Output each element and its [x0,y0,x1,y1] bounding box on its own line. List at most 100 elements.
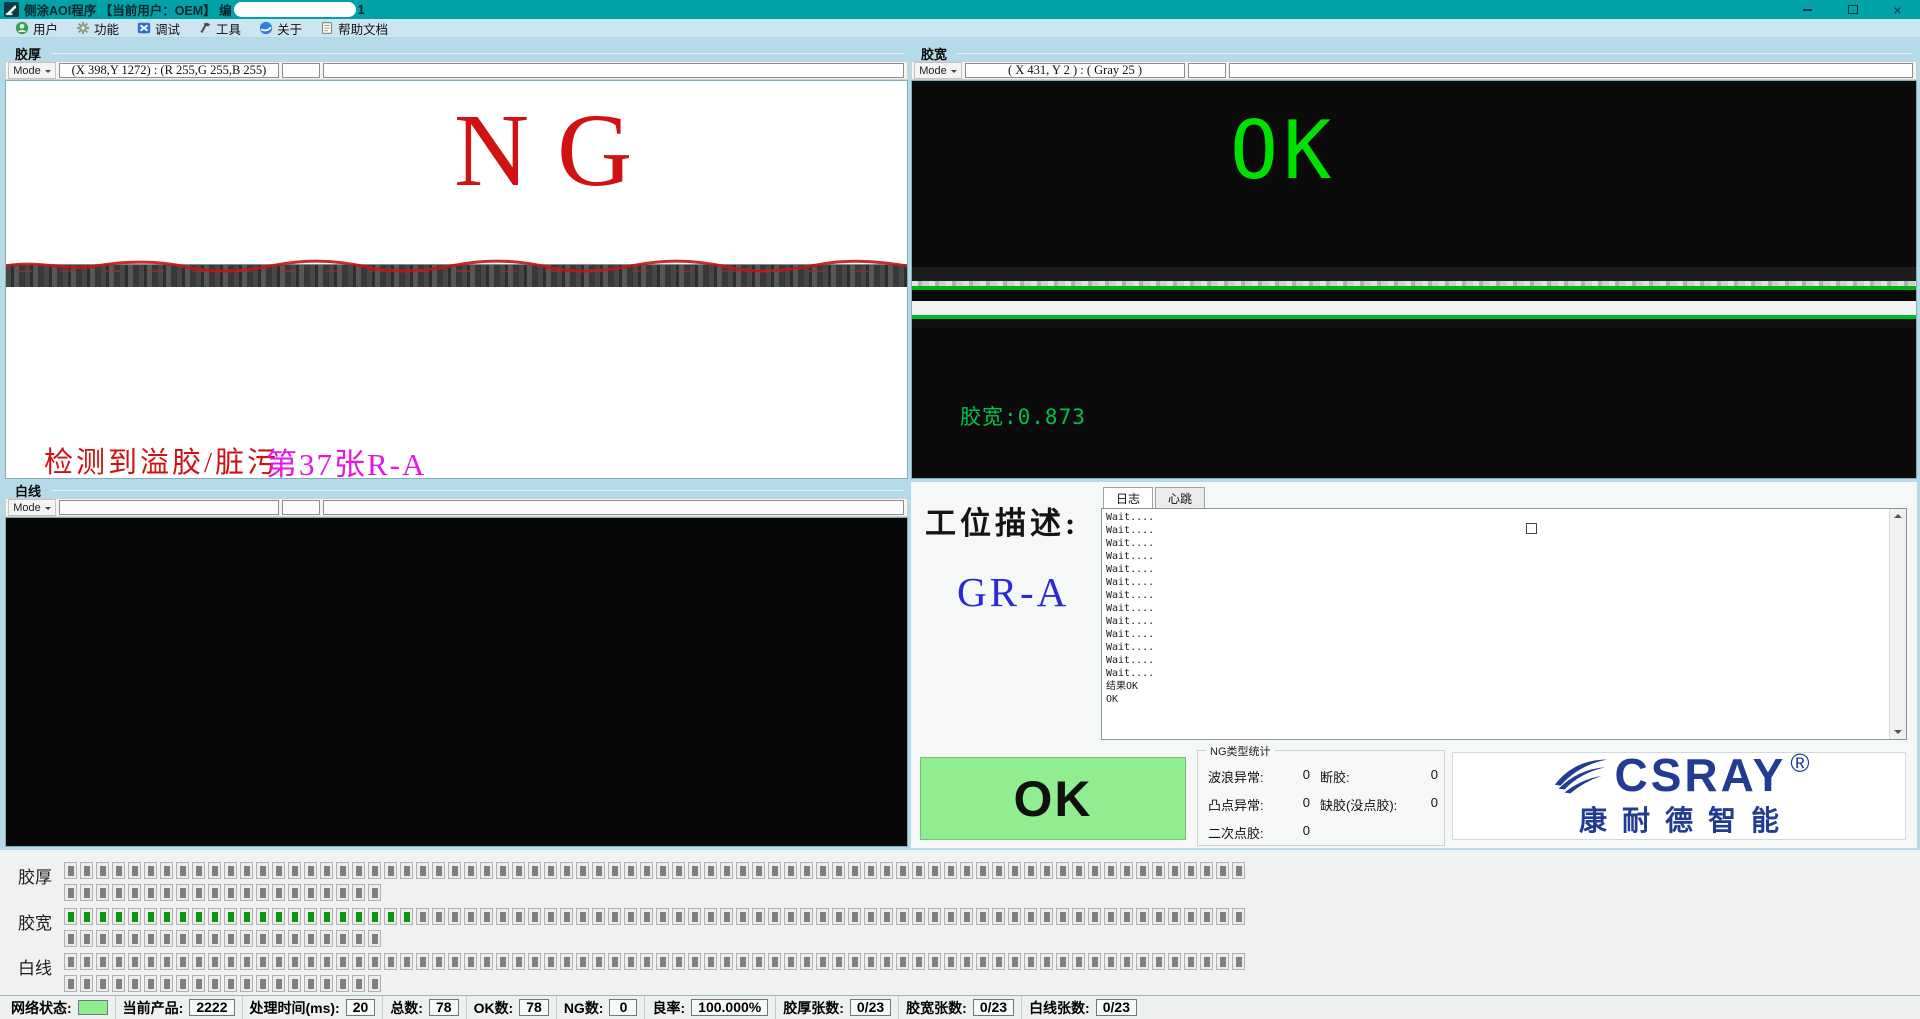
mode-dropdown[interactable]: Mode [914,62,962,79]
indicator-cell [368,908,381,925]
result-ok-button[interactable]: OK [920,757,1186,840]
indicator-cell [992,908,1005,925]
indicator-cell [384,908,397,925]
status-value: 20 [346,999,376,1016]
indicator-cell [656,862,669,879]
indicator-cell [400,953,413,970]
indicator-cell [1024,953,1037,970]
indicator-cell [256,975,269,992]
indicator-cell [544,908,557,925]
indicator-cell [208,884,221,901]
indicator-cell [928,862,941,879]
close-button[interactable]: × [1875,0,1920,19]
maximize-button[interactable] [1830,0,1875,19]
menu-item-tools[interactable]: 工具 [189,19,250,37]
indicator-cell [320,884,333,901]
indicator-cell [336,884,349,901]
indicator-cell [1008,953,1021,970]
scroll-up-arrow[interactable] [1890,509,1906,525]
indicator-cell [288,862,301,879]
indicator-cell [256,884,269,901]
indicator-cell [768,953,781,970]
minimize-button[interactable] [1785,0,1830,19]
indicator-cell [144,930,157,947]
menu-item-help[interactable]: 帮助文档 [311,19,397,37]
indicator-cell [976,953,989,970]
indicator-cell [192,862,205,879]
log-list[interactable]: Wait....Wait....Wait....Wait....Wait....… [1101,508,1907,740]
indicator-cell [272,884,285,901]
mode-dropdown[interactable]: Mode [8,62,56,79]
status-item: 总数:78 [382,996,465,1019]
log-scrollbar[interactable] [1889,509,1906,739]
menu-item-about[interactable]: 关于 [250,19,311,37]
tab-日志[interactable]: 日志 [1103,487,1153,508]
indicator-cell [800,953,813,970]
indicator-cell [784,953,797,970]
indicator-cell [320,975,333,992]
document-icon [320,21,334,35]
indicator-cell [880,908,893,925]
indicator-cell [1088,862,1101,879]
menu-item-debug[interactable]: 调试 [128,19,189,37]
indicator-cell [848,908,861,925]
indicator-cell [800,862,813,879]
indicator-cell [352,930,365,947]
indicator-cell [576,908,589,925]
log-line: 结果OK [1106,680,1884,693]
indicator-cell [112,908,125,925]
indicator-cell [752,908,765,925]
scroll-down-arrow[interactable] [1890,723,1906,739]
tab-心跳[interactable]: 心跳 [1155,487,1205,508]
indicator-cell [304,862,317,879]
indicator-cell [1056,908,1069,925]
indicator-cell [896,908,909,925]
indicator-cell [752,953,765,970]
toolbar-box [323,500,904,515]
about-icon [259,21,273,35]
log-line: Wait.... [1106,537,1884,550]
indicator-cell [240,884,253,901]
indicator-cell [224,953,237,970]
window-controls: × [1785,0,1920,19]
mode-label: Mode [13,502,41,514]
indicator-cell [912,862,925,879]
indicator-cell [1040,953,1053,970]
indicator-cell [992,862,1005,879]
frame-tag-text: 第37张R-A [266,439,426,479]
status-value: 100.000% [691,999,768,1016]
indicator-cell [864,908,877,925]
menu-item-user[interactable]: 用户 [6,19,67,37]
indicator-cell [736,908,749,925]
ng-stat-row: 二次点胶:0 [1208,823,1310,842]
indicator-cell [832,862,845,879]
indicator-cell [944,953,957,970]
indicator-cell [288,930,301,947]
indicator-cell [528,908,541,925]
indicator-cell [416,953,429,970]
indicator-cell [1040,908,1053,925]
indicator-cell [272,862,285,879]
indicator-cell [560,953,573,970]
indicator-cell [432,908,445,925]
mode-dropdown[interactable]: Mode [8,499,56,516]
indicator-cell [848,862,861,879]
camera-image-white-line [5,517,908,847]
indicator-cell [816,862,829,879]
indicator-cell [1232,953,1245,970]
indicator-cell [464,862,477,879]
indicator-cell [320,953,333,970]
checkbox[interactable] [1526,523,1537,534]
log-list-content: Wait....Wait....Wait....Wait....Wait....… [1106,511,1884,737]
indicator-cell [1104,953,1117,970]
toolbar-glue-thickness: Mode (X 398,Y 1272) : (R 255,G 255,B 255… [5,61,908,80]
menu-item-function[interactable]: 功能 [67,19,128,37]
toolbar-box [323,63,904,78]
app-icon [4,2,19,17]
indicator-cell [720,953,733,970]
indicator-cell [352,975,365,992]
indicator-cell [176,884,189,901]
logo-row: CSRAY ® [1549,753,1810,797]
indicator-cell [384,953,397,970]
indicator-cell [208,930,221,947]
